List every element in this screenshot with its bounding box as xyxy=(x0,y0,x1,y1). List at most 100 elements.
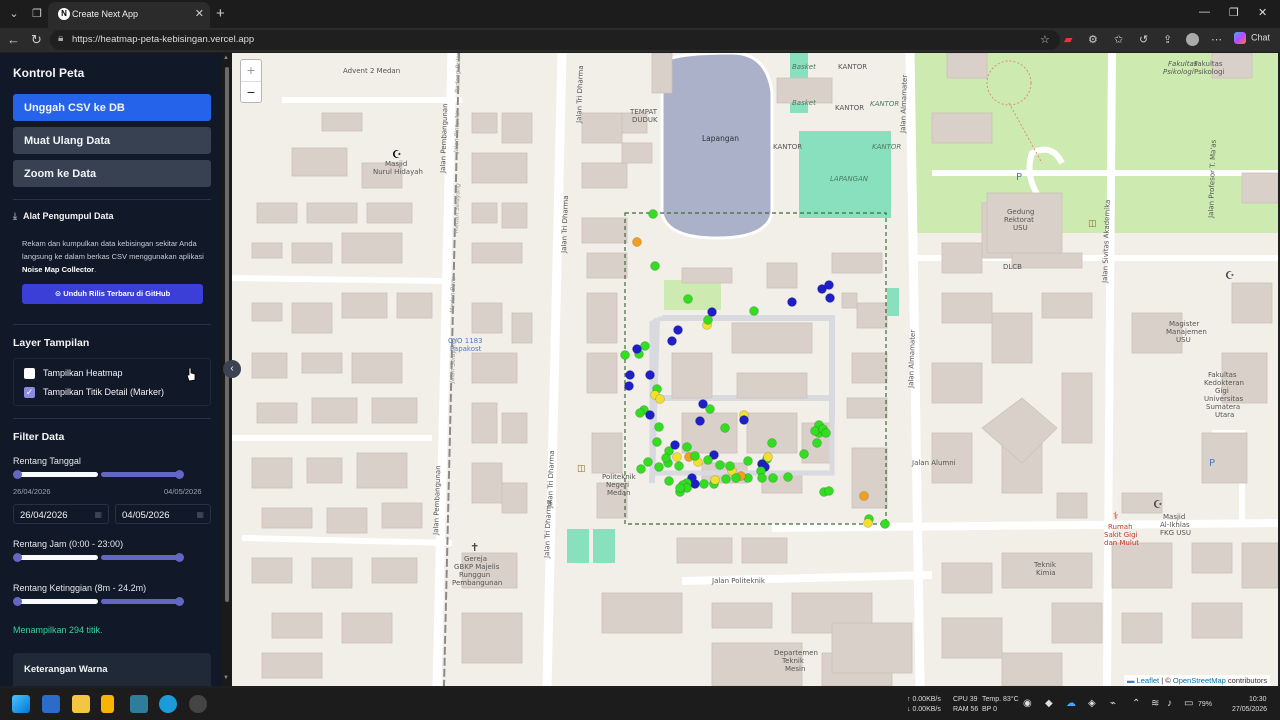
calendar-icon[interactable]: ▦ xyxy=(196,510,204,519)
noise-marker[interactable] xyxy=(675,483,685,493)
noise-marker[interactable] xyxy=(632,237,642,247)
app-icon[interactable] xyxy=(189,695,207,713)
noise-marker[interactable] xyxy=(720,423,730,433)
noise-marker[interactable] xyxy=(749,306,759,316)
app-icon[interactable] xyxy=(130,695,148,713)
noise-marker[interactable] xyxy=(673,325,683,335)
noise-marker[interactable] xyxy=(654,462,664,472)
minimize-button[interactable]: — xyxy=(1199,6,1210,18)
zoom-to-data-button[interactable]: Zoom ke Data xyxy=(13,160,211,187)
leaflet-link[interactable]: Leaflet xyxy=(1137,676,1160,685)
noise-marker[interactable] xyxy=(725,461,735,471)
slider-handle-max[interactable] xyxy=(175,470,184,479)
noise-marker[interactable] xyxy=(757,473,767,483)
favorites-icon[interactable]: ✩ xyxy=(1114,33,1123,46)
new-tab-button[interactable]: + xyxy=(216,5,225,22)
noise-marker[interactable] xyxy=(674,461,684,471)
profile-avatar[interactable] xyxy=(1186,33,1199,46)
noise-marker[interactable] xyxy=(635,408,645,418)
noise-marker[interactable] xyxy=(863,518,873,528)
noise-marker[interactable] xyxy=(767,438,777,448)
scrollbar-thumb[interactable] xyxy=(225,67,229,602)
noise-marker[interactable] xyxy=(721,474,731,484)
altitude-range-slider[interactable] xyxy=(13,597,184,606)
extensions-puzzle-icon[interactable]: ⚙ xyxy=(1088,33,1098,46)
noise-marker[interactable] xyxy=(699,479,709,489)
marker-toggle[interactable]: ✓ Tampilkan Titik Detail (Marker) xyxy=(24,387,164,399)
noise-marker[interactable] xyxy=(636,464,646,474)
wifi-icon[interactable]: ≋ xyxy=(1151,699,1159,709)
date-range-slider[interactable] xyxy=(13,470,184,479)
noise-marker[interactable] xyxy=(664,476,674,486)
notepad-icon[interactable] xyxy=(42,695,60,713)
edge-icon[interactable] xyxy=(159,695,177,713)
noise-marker[interactable] xyxy=(690,451,700,461)
noise-marker[interactable] xyxy=(880,519,890,529)
back-icon[interactable]: ← xyxy=(7,32,20,47)
marker-checkbox[interactable]: ✓ xyxy=(24,387,35,399)
clock-time[interactable]: 10:30 xyxy=(1249,695,1267,704)
download-github-release-button[interactable]: ⊙ Unduh Rilis Terbaru di GitHub xyxy=(22,284,203,304)
noise-marker[interactable] xyxy=(654,422,664,432)
slider-handle-min[interactable] xyxy=(13,470,22,479)
extension-icon[interactable]: ▰ xyxy=(1064,33,1072,46)
noise-marker[interactable] xyxy=(710,475,720,485)
tray-app-icon[interactable]: ◉ xyxy=(1023,699,1032,709)
noise-marker[interactable] xyxy=(620,350,630,360)
reload-data-button[interactable]: Muat Ulang Data xyxy=(13,127,211,154)
noise-marker[interactable] xyxy=(763,452,773,462)
workspaces-icon[interactable]: ❐ xyxy=(28,5,46,23)
chevron-up-icon[interactable]: ⌃ xyxy=(1132,699,1140,709)
noise-marker[interactable] xyxy=(739,415,749,425)
noise-marker[interactable] xyxy=(695,416,705,426)
tab-active[interactable]: N Create Next App ✕ xyxy=(48,2,210,28)
noise-marker[interactable] xyxy=(731,473,741,483)
noise-marker[interactable] xyxy=(787,297,797,307)
close-window-button[interactable]: ✕ xyxy=(1258,6,1267,19)
noise-marker[interactable] xyxy=(645,410,655,420)
zoom-in-button[interactable]: + xyxy=(241,60,261,81)
noise-marker[interactable] xyxy=(743,456,753,466)
noise-marker[interactable] xyxy=(670,440,680,450)
noise-marker[interactable] xyxy=(648,209,658,219)
noise-marker[interactable] xyxy=(672,452,682,462)
noise-marker[interactable] xyxy=(625,370,635,380)
sidebar-collapse-button[interactable]: ‹ xyxy=(223,360,241,378)
calendar-icon[interactable]: ▦ xyxy=(94,510,102,519)
noise-marker[interactable] xyxy=(703,315,713,325)
noise-marker[interactable] xyxy=(825,293,835,303)
noise-marker[interactable] xyxy=(682,442,692,452)
refresh-icon[interactable]: ↻ xyxy=(31,32,42,48)
start-date-input[interactable]: 26/04/2026 ▦ xyxy=(13,504,109,524)
hour-range-slider[interactable] xyxy=(13,553,184,562)
heatmap-checkbox[interactable] xyxy=(24,368,35,380)
windows-start-icon[interactable] xyxy=(12,695,30,713)
noise-marker[interactable] xyxy=(655,394,665,404)
end-date-input[interactable]: 04/05/2026 ▦ xyxy=(115,504,211,524)
history-icon[interactable]: ↺ xyxy=(1139,33,1148,46)
map-view[interactable]: ☪ ☪ ☪ ✝ P P ⚕ ◫ ◫ Lapangan LAPANGAN KANT… xyxy=(232,53,1278,686)
osm-link[interactable]: OpenStreetMap xyxy=(1173,676,1226,685)
noise-marker[interactable] xyxy=(799,449,809,459)
slider-handle-min[interactable] xyxy=(13,553,22,562)
noise-marker[interactable] xyxy=(703,455,713,465)
tab-actions-chevron-icon[interactable]: ⌄ xyxy=(5,5,23,23)
upload-csv-button[interactable]: Unggah CSV ke DB xyxy=(13,94,211,121)
noise-marker[interactable] xyxy=(824,486,834,496)
noise-marker[interactable] xyxy=(768,473,778,483)
favorite-star-icon[interactable]: ☆ xyxy=(1040,33,1050,46)
share-icon[interactable]: ⇪ xyxy=(1163,33,1172,46)
tab-close-icon[interactable]: ✕ xyxy=(195,7,204,20)
noise-marker[interactable] xyxy=(667,336,677,346)
noise-marker[interactable] xyxy=(859,491,869,501)
clock-date[interactable]: 27/05/2026 xyxy=(1232,705,1267,714)
copilot-chat-button[interactable]: Chat xyxy=(1234,32,1270,44)
noise-marker[interactable] xyxy=(821,428,831,438)
file-explorer-icon[interactable] xyxy=(72,695,90,713)
noise-marker[interactable] xyxy=(650,261,660,271)
scroll-down-icon[interactable]: ▼ xyxy=(223,675,229,681)
noise-marker[interactable] xyxy=(683,294,693,304)
slider-handle-min[interactable] xyxy=(13,597,22,606)
color-legend-panel[interactable]: Keterangan Warna xyxy=(13,653,211,686)
battery-icon[interactable]: ▭ xyxy=(1184,699,1193,709)
